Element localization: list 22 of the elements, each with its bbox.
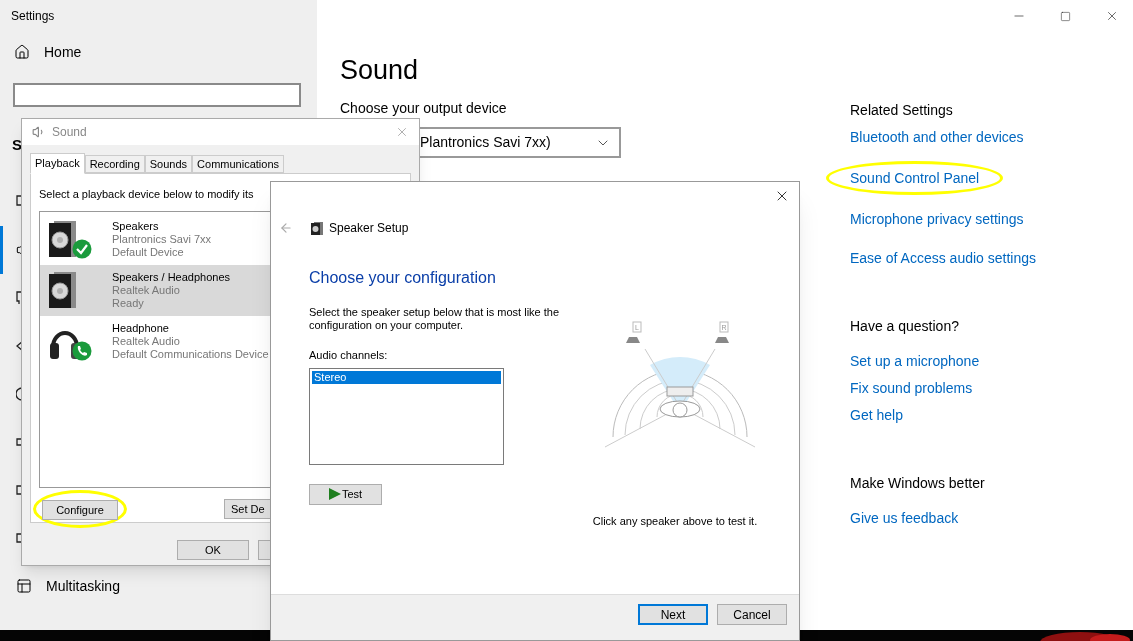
section-heading: S <box>12 134 22 155</box>
window-title: Settings <box>11 8 55 25</box>
device-detail: Ready <box>112 296 145 310</box>
dialog-title: Sound <box>52 124 87 141</box>
page-heading: Sound <box>340 54 420 87</box>
dialog-title: Speaker Setup <box>329 220 409 237</box>
output-device-label: Choose your output device <box>340 99 508 118</box>
device-name: Speakers <box>112 219 160 233</box>
channels-label: Audio channels: <box>309 348 389 363</box>
section-heading: Related Settings <box>850 101 953 120</box>
device-name: Headphone <box>112 321 170 335</box>
device-detail: Default Communications Device <box>112 347 269 361</box>
instruction-text: Select a playback device below to modify its <box>39 187 255 202</box>
device-detail: Plantronics Savi 7xx <box>112 232 212 246</box>
device-detail: Default Device <box>112 245 185 259</box>
device-detail: Realtek Audio <box>112 334 181 348</box>
section-heading: Make Windows better <box>850 474 985 493</box>
sidebar-label: Multitasking <box>46 576 120 596</box>
section-heading: Have a question? <box>850 317 959 336</box>
hint-text: Click any speaker above to test it. <box>592 514 758 529</box>
device-detail: Realtek Audio <box>112 283 181 297</box>
device-name: Speakers / Headphones <box>112 270 231 284</box>
